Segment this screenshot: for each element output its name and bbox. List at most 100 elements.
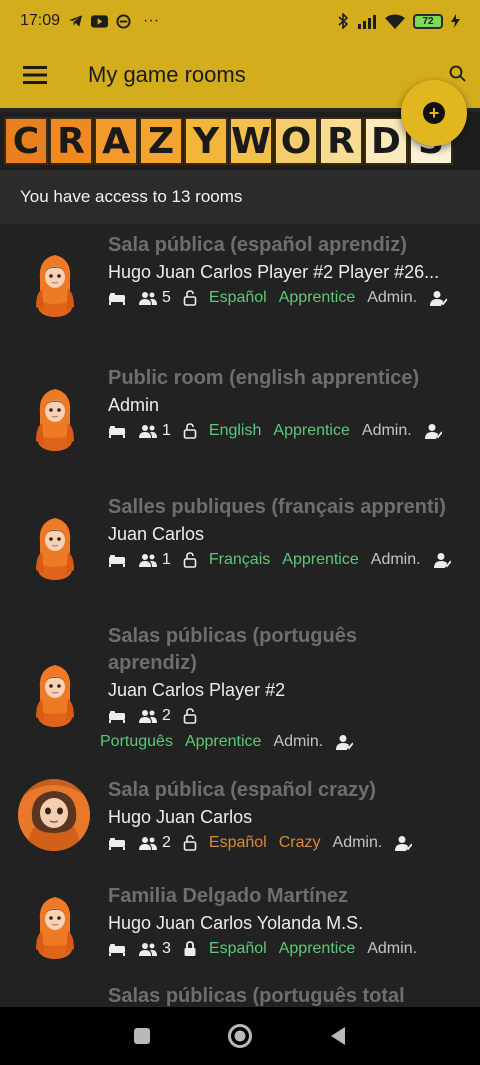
logo-tile: R: [319, 117, 363, 165]
player-count: 2: [162, 707, 171, 724]
players-icon: [138, 553, 158, 567]
bed-icon: [108, 942, 126, 956]
locked-icon: [183, 941, 197, 957]
admin-label: Admin.: [367, 940, 418, 957]
room-level: Apprentice: [278, 940, 356, 957]
room-meta: 1 English Apprentice Admin.: [108, 418, 468, 444]
room-avatar: [30, 891, 80, 959]
admin-user-icon: [424, 423, 442, 439]
player-count: 1: [162, 422, 171, 439]
player-count: 2: [162, 834, 171, 851]
room-title: Sala pública (español crazy): [108, 779, 376, 801]
room-level: Apprentice: [184, 733, 262, 750]
room-avatar: [30, 249, 80, 317]
bluetooth-icon: [338, 13, 349, 29]
room-item[interactable]: Familia Delgado Martínez Hugo Juan Carlo…: [0, 871, 480, 979]
add-room-button[interactable]: +: [401, 80, 467, 146]
room-members: Hugo Juan Carlos: [108, 807, 253, 827]
room-title: Salles publiques (français apprenti): [108, 496, 446, 518]
logo-tile: W: [229, 117, 273, 165]
room-members: Juan Carlos: [108, 524, 205, 544]
recents-square-icon[interactable]: [133, 1027, 151, 1045]
room-title: Familia Delgado Martínez: [108, 885, 349, 907]
bed-icon: [108, 424, 126, 438]
players-icon: [138, 709, 158, 723]
menu-button[interactable]: [0, 42, 70, 108]
room-language: English: [208, 422, 262, 439]
search-icon[interactable]: [448, 64, 468, 84]
admin-label: Admin.: [361, 422, 412, 439]
admin-label: Admin.: [367, 289, 418, 306]
unlocked-icon: [183, 290, 197, 306]
room-list: Sala pública (español aprendiz) Hugo Jua…: [0, 224, 480, 1019]
room-level: Apprentice: [273, 422, 350, 439]
player-count: 3: [162, 940, 171, 957]
room-meta: 5 Español Apprentice Admin.: [108, 285, 468, 311]
unlocked-icon: [183, 552, 197, 568]
battery-indicator: 72: [413, 13, 443, 29]
logo-tile: Z: [139, 117, 183, 165]
rooms-access-summary: You have access to 13 rooms: [0, 170, 480, 224]
room-language: Español: [208, 834, 267, 851]
charging-icon: [451, 14, 460, 28]
room-item[interactable]: Public room (english apprentice) Admin 1…: [0, 357, 480, 486]
hamburger-icon: [23, 66, 47, 84]
room-meta: 3 Español Apprentice Admin.: [108, 936, 468, 962]
logo-tile: C: [4, 117, 48, 165]
bed-icon: [108, 291, 126, 305]
wifi-icon: [385, 14, 405, 29]
unlocked-icon: [183, 423, 197, 439]
logo-tile: D: [364, 117, 408, 165]
status-more: ···: [143, 12, 160, 29]
room-language: Español: [208, 940, 267, 957]
logo-tile: O: [274, 117, 318, 165]
bed-icon: [108, 553, 126, 567]
room-title: Public room (english apprentice): [108, 367, 420, 389]
bed-icon: [108, 836, 126, 850]
room-level: Crazy: [278, 834, 321, 851]
plus-icon: +: [423, 102, 445, 124]
logo-tile: R: [49, 117, 93, 165]
system-nav-bar: [0, 1007, 480, 1065]
room-language: Français: [208, 551, 271, 568]
players-icon: [138, 836, 158, 850]
status-time: 17:09: [20, 12, 61, 29]
youtube-icon: [91, 14, 109, 28]
players-icon: [138, 942, 158, 956]
room-level: Apprentice: [282, 551, 359, 568]
page-title: My game rooms: [88, 62, 246, 87]
room-avatar: [30, 659, 80, 727]
room-meta: 2 Español Crazy Admin.: [108, 830, 468, 856]
admin-label: Admin.: [273, 733, 324, 750]
players-icon: [138, 424, 158, 438]
room-avatar: [30, 512, 80, 580]
room-item[interactable]: Sala pública (español crazy) Hugo Juan C…: [0, 765, 480, 871]
room-avatar: [30, 383, 80, 451]
room-item[interactable]: Salas públicas (português aprendiz) Juan…: [0, 615, 480, 765]
telegram-icon: [68, 15, 83, 27]
room-level: Apprentice: [278, 289, 356, 306]
back-triangle-icon[interactable]: [329, 1026, 347, 1046]
unlocked-icon: [183, 835, 197, 851]
players-icon: [138, 291, 158, 305]
player-count: 5: [162, 289, 171, 306]
logo-tile: A: [94, 117, 138, 165]
room-title: Salas públicas (português aprendiz): [108, 625, 357, 674]
room-item[interactable]: Salles publiques (français apprenti) Jua…: [0, 486, 480, 615]
room-language: Português: [100, 733, 173, 750]
admin-user-icon: [335, 734, 353, 750]
room-members: Hugo Juan Carlos Yolanda M.S.: [108, 913, 364, 933]
unlocked-icon: [183, 708, 197, 724]
room-meta: 1 Français Apprentice Admin.: [108, 547, 468, 573]
player-count: 1: [162, 551, 171, 568]
status-bar: 17:09 ··· 72: [0, 0, 480, 42]
admin-user-icon: [429, 290, 447, 306]
admin-user-icon: [433, 552, 451, 568]
room-language: Español: [208, 289, 267, 306]
vpn-icon: [116, 13, 131, 29]
room-title: Salas públicas (português total: [108, 985, 405, 1007]
room-meta: 2 Português Apprentice Admin.: [100, 703, 468, 755]
room-members: Juan Carlos Player #2: [108, 680, 286, 700]
home-circle-icon[interactable]: [227, 1023, 253, 1049]
room-item[interactable]: Sala pública (español aprendiz) Hugo Jua…: [0, 224, 480, 357]
